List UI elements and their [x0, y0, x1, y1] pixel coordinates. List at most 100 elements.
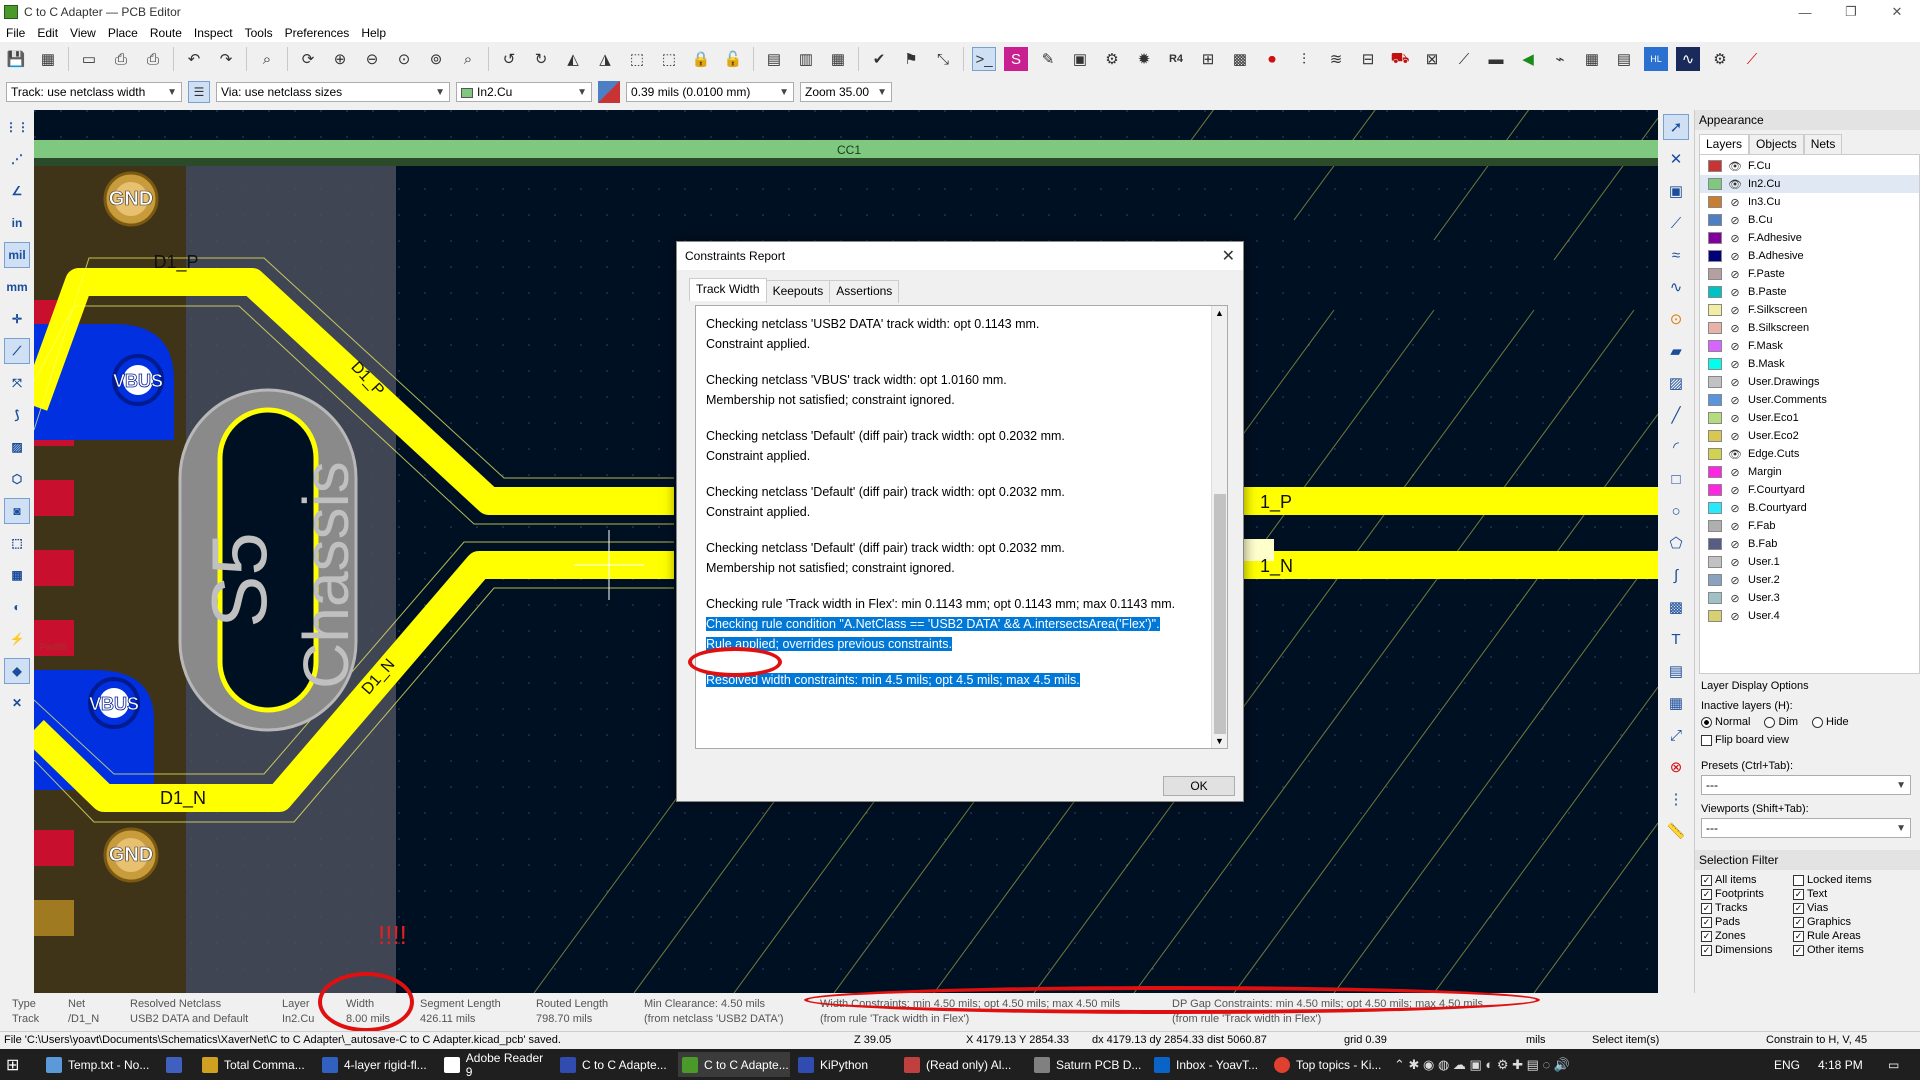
layer-color-swatch[interactable]: [1708, 376, 1722, 388]
selection-filter-checkbox[interactable]: ✓ Dimensions: [1701, 944, 1793, 956]
selection-filter-checkbox[interactable]: ✓ Other items: [1793, 944, 1903, 956]
find-icon[interactable]: ⌕: [255, 47, 279, 71]
layer-row[interactable]: ⊘ B.Cu: [1700, 211, 1919, 229]
layer-row[interactable]: ⊘ User.Drawings: [1700, 373, 1919, 391]
tab-objects[interactable]: Objects: [1749, 134, 1804, 154]
add-text-icon[interactable]: T: [1663, 626, 1689, 652]
add-image-icon[interactable]: ▩: [1663, 594, 1689, 620]
layer-row[interactable]: ⊘ B.Courtyard: [1700, 499, 1919, 517]
eye-off-icon[interactable]: ⊘: [1728, 520, 1742, 533]
plugin-icon[interactable]: ⟋: [1452, 47, 1476, 71]
taskbar-item[interactable]: (Read only) Al...: [900, 1052, 1016, 1077]
minimize-icon[interactable]: —: [1782, 0, 1828, 24]
menu-file[interactable]: File: [6, 26, 25, 40]
eye-off-icon[interactable]: ⊘: [1728, 196, 1742, 209]
layer-color-swatch[interactable]: [1708, 196, 1722, 208]
selection-filter-checkbox[interactable]: ✓ All items: [1701, 874, 1793, 886]
report-text-area[interactable]: Checking netclass 'USB2 DATA' track widt…: [695, 305, 1228, 749]
zoom-select[interactable]: Zoom 35.00 ▼: [800, 82, 892, 102]
layer-row[interactable]: 👁 In2.Cu: [1700, 175, 1919, 193]
zoom-fit-icon[interactable]: ⊙: [392, 47, 416, 71]
eye-off-icon[interactable]: ⊘: [1728, 538, 1742, 551]
layer-color-swatch[interactable]: [1708, 520, 1722, 532]
draw-rectangle-icon[interactable]: □: [1663, 466, 1689, 492]
layer-row[interactable]: ⊘ F.Courtyard: [1700, 481, 1919, 499]
curved-ratsnest-icon[interactable]: ⟆: [4, 402, 30, 428]
netlist-icon[interactable]: ▤: [762, 47, 786, 71]
menu-help[interactable]: Help: [361, 26, 386, 40]
footprint-browser-icon[interactable]: ▦: [826, 47, 850, 71]
menu-inspect[interactable]: Inspect: [194, 26, 233, 40]
add-footprint-icon[interactable]: ▣: [1663, 178, 1689, 204]
layer-color-swatch[interactable]: [1708, 322, 1722, 334]
eye-off-icon[interactable]: ⊘: [1728, 340, 1742, 353]
layer-row[interactable]: ⊘ User.1: [1700, 553, 1919, 571]
layer-row[interactable]: ⊘ User.2: [1700, 571, 1919, 589]
grid-icon[interactable]: ⋮⋮: [4, 114, 30, 140]
eye-off-icon[interactable]: ⊘: [1728, 232, 1742, 245]
layer-row[interactable]: ⊘ F.Silkscreen: [1700, 301, 1919, 319]
layer-row[interactable]: 👁 F.Cu: [1700, 157, 1919, 175]
tools-icon[interactable]: ✕: [4, 690, 30, 716]
grid-select[interactable]: 0.39 mils (0.0100 mm) ▼: [626, 82, 794, 102]
undo-icon[interactable]: ↶: [182, 47, 206, 71]
add-dimension-icon[interactable]: ⤢: [1663, 722, 1689, 748]
zoom-objects-icon[interactable]: ⊚: [424, 47, 448, 71]
eye-icon[interactable]: 👁: [1728, 178, 1742, 191]
layer-row[interactable]: ⊘ F.Fab: [1700, 517, 1919, 535]
mirror-v-icon[interactable]: ◮: [593, 47, 617, 71]
draw-polygon-icon[interactable]: ⬠: [1663, 530, 1689, 556]
track-outline-icon[interactable]: ⬚: [4, 530, 30, 556]
system-tray[interactable]: ⌃ ✱ ◉ ◍ ☁ ▣ ◐ ⚙ ✚ ▤ ◌ 🔊: [1390, 1052, 1730, 1077]
unlock-icon[interactable]: 🔓: [721, 47, 745, 71]
layer-row[interactable]: ⊘ B.Paste: [1700, 283, 1919, 301]
eye-off-icon[interactable]: ⊘: [1728, 268, 1742, 281]
layer-color-swatch[interactable]: [1708, 412, 1722, 424]
menu-route[interactable]: Route: [150, 26, 182, 40]
layer-row[interactable]: ⊘ B.Adhesive: [1700, 247, 1919, 265]
layer-row[interactable]: ⊘ F.Adhesive: [1700, 229, 1919, 247]
layer-color-swatch[interactable]: [1708, 430, 1722, 442]
via-outline-icon[interactable]: ◙: [4, 498, 30, 524]
selection-filter-checkbox[interactable]: ✓ Vias: [1793, 902, 1903, 914]
units-mm-button[interactable]: mm: [4, 274, 30, 300]
plugin-icon[interactable]: ▬: [1484, 47, 1508, 71]
page-settings-icon[interactable]: ▭: [77, 47, 101, 71]
add-via-icon[interactable]: ⊙: [1663, 306, 1689, 332]
plugin-icon[interactable]: ≋: [1324, 47, 1348, 71]
eye-off-icon[interactable]: ⊘: [1728, 556, 1742, 569]
layer-row[interactable]: ⊘ In3.Cu: [1700, 193, 1919, 211]
select-tool-icon[interactable]: ➚: [1663, 114, 1689, 140]
auto-width-icon[interactable]: ☰: [188, 81, 210, 103]
flip-board-checkbox[interactable]: Flip board view: [1701, 734, 1914, 746]
redo-icon[interactable]: ↷: [214, 47, 238, 71]
selection-filter-checkbox[interactable]: ✓ Text: [1793, 888, 1903, 900]
mirror-h-icon[interactable]: ◭: [561, 47, 585, 71]
taskbar-item[interactable]: 4-layer rigid-fl...: [318, 1052, 434, 1077]
layer-row[interactable]: ⊘ User.4: [1700, 607, 1919, 625]
close-icon[interactable]: ✕: [1874, 0, 1920, 24]
tab-nets[interactable]: Nets: [1803, 134, 1843, 154]
presets-select[interactable]: --- ▼: [1701, 775, 1911, 795]
delete-tool-icon[interactable]: ⊗: [1663, 754, 1689, 780]
layer-row[interactable]: ⊘ User.Eco1: [1700, 409, 1919, 427]
zoom-in-icon[interactable]: ⊕: [328, 47, 352, 71]
cursor-icon[interactable]: ✛: [4, 306, 30, 332]
plugin-s-icon[interactable]: S: [1004, 47, 1028, 71]
viewports-select[interactable]: --- ▼: [1701, 818, 1911, 838]
layer-color-swatch[interactable]: [1708, 592, 1722, 604]
measure-icon[interactable]: 📏: [1663, 818, 1689, 844]
eye-off-icon[interactable]: ⊘: [1728, 214, 1742, 227]
net-color-icon[interactable]: ◐: [4, 594, 30, 620]
layer-pair-icon[interactable]: [598, 81, 620, 103]
ok-button[interactable]: OK: [1163, 776, 1235, 796]
layer-color-swatch[interactable]: [1708, 556, 1722, 568]
layer-color-swatch[interactable]: [1708, 610, 1722, 622]
route-diff-pair-icon[interactable]: ≈: [1663, 242, 1689, 268]
eye-off-icon[interactable]: ⊘: [1728, 574, 1742, 587]
plugin-icon[interactable]: ▤: [1612, 47, 1636, 71]
layer-row[interactable]: ⊘ User.3: [1700, 589, 1919, 607]
plugin-icon[interactable]: HL: [1644, 47, 1668, 71]
plugin-icon[interactable]: ⏺: [1260, 47, 1284, 71]
route-track-icon[interactable]: ⟋: [1663, 210, 1689, 236]
